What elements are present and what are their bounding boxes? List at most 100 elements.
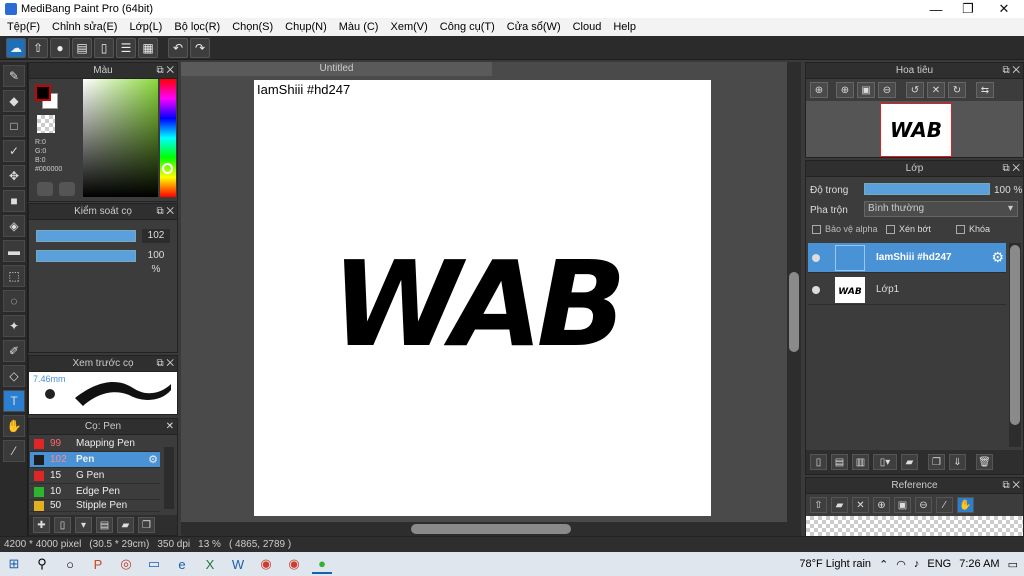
brush-icon[interactable]: ✎ [3, 65, 25, 87]
text-icon[interactable]: T [3, 390, 25, 412]
vertical-scrollbar[interactable] [787, 62, 801, 536]
brush-list-scrollbar[interactable] [164, 447, 174, 509]
upload-icon[interactable]: ⇧ [28, 37, 48, 58]
gear-icon[interactable]: ⚙ [148, 453, 158, 466]
folder-icon[interactable]: ▰ [117, 517, 134, 533]
horizontal-scroll-thumb[interactable] [411, 524, 571, 534]
language-indicator[interactable]: ENG [927, 558, 951, 570]
visibility-icon[interactable] [812, 254, 820, 262]
brush-item[interactable]: 10 Edge Pen [30, 484, 160, 500]
brush-size-value[interactable]: 102 [142, 229, 170, 243]
reset-icon[interactable]: ✕ [927, 82, 945, 98]
fit-icon[interactable]: ▣ [857, 82, 875, 98]
document-icon[interactable]: ▯ [94, 37, 114, 58]
panel-close-icon[interactable]: ✕ [166, 421, 174, 432]
color-wheel-icon[interactable] [59, 182, 75, 196]
network-icon[interactable]: ◠ [896, 558, 906, 571]
menu-help[interactable]: Help [610, 21, 639, 33]
eraser-icon[interactable]: ◆ [3, 90, 25, 112]
zoom-in-icon[interactable]: ⊕ [810, 82, 828, 98]
redo-icon[interactable]: ↷ [190, 37, 210, 58]
new-layer-alt-icon[interactable]: ▤ [831, 454, 848, 470]
canvas-area[interactable]: Untitled IamShiii #hd247 WAB [181, 62, 801, 536]
menu-cloud[interactable]: Cloud [570, 21, 605, 33]
hand-icon[interactable]: ✋ [3, 415, 25, 437]
copy-layer-icon[interactable]: ▥ [852, 454, 869, 470]
volume-icon[interactable]: ♪ [914, 558, 920, 570]
select-rect-icon[interactable]: ⬚ [3, 265, 25, 287]
brush-opacity-slider[interactable] [36, 250, 136, 262]
move-icon[interactable]: ✥ [3, 165, 25, 187]
close-icon[interactable]: ✕ [852, 497, 869, 513]
lasso-icon[interactable]: ◌ [3, 290, 25, 312]
brush-item[interactable]: 99 Mapping Pen [30, 436, 160, 452]
blend-mode-select[interactable]: Bình thường ▾ [864, 201, 1018, 217]
maximize-button[interactable]: ❐ [950, 0, 986, 18]
close-button[interactable]: ✕ [986, 0, 1022, 18]
canvas-paper[interactable]: IamShiii #hd247 WAB [254, 80, 711, 516]
visibility-icon[interactable] [812, 286, 820, 294]
foreground-color-swatch[interactable] [35, 85, 51, 101]
rotate-left-icon[interactable]: ↺ [906, 82, 924, 98]
word-app-icon[interactable]: W [228, 554, 248, 574]
navigator-thumbnail[interactable]: WAB [880, 103, 952, 157]
comment-icon[interactable]: ▤ [72, 37, 92, 58]
gradient-icon[interactable]: ▬ [3, 240, 25, 262]
monitor-app-icon[interactable]: ▭ [144, 554, 164, 574]
chrome-icon[interactable]: ◉ [284, 554, 304, 574]
delete-layer-icon[interactable]: 🗑 [976, 454, 993, 470]
panel-close-icon[interactable]: ⧉ ✕ [156, 206, 174, 217]
brush-size-slider[interactable] [36, 230, 136, 242]
flip-icon[interactable]: ⇆ [976, 82, 994, 98]
menu-select[interactable]: Chọn(S) [229, 21, 276, 33]
lock-checkbox[interactable]: Khóa [956, 224, 990, 234]
brush-settings-icon[interactable]: ▤ [96, 517, 113, 533]
cloud-upload-icon[interactable]: ⇧ [810, 497, 827, 513]
cloud-icon[interactable]: ☁ [6, 37, 26, 58]
chrome-icon[interactable]: ◉ [256, 554, 276, 574]
menu-edit[interactable]: Chỉnh sửa(E) [49, 21, 120, 33]
rotate-right-icon[interactable]: ↻ [948, 82, 966, 98]
gear-icon[interactable]: ⚙ [991, 249, 1004, 266]
brush-item-selected[interactable]: 102 Pen ⚙ [30, 452, 160, 468]
menu-tools[interactable]: Công cụ(T) [437, 21, 498, 33]
horizontal-scrollbar[interactable] [181, 522, 789, 536]
bucket-icon[interactable]: ◈ [3, 215, 25, 237]
excel-app-icon[interactable]: X [200, 554, 220, 574]
select-eraser-icon[interactable]: ◇ [3, 365, 25, 387]
new-brush-icon[interactable]: ▯ [54, 517, 71, 533]
brush-item[interactable]: 15 G Pen [30, 468, 160, 484]
layer-row-selected[interactable]: IamShiii #hd247 ⚙ [808, 243, 1006, 273]
eyedropper-icon[interactable]: ⁄ [936, 497, 953, 513]
open-folder-icon[interactable]: ▰ [831, 497, 848, 513]
edge-browser-icon[interactable]: e [172, 554, 192, 574]
layer-scrollbar[interactable] [1009, 243, 1021, 447]
add-layer-menu-icon[interactable]: ▯▾ [873, 454, 897, 470]
menu-layer[interactable]: Lớp(L) [126, 21, 165, 33]
hand-icon[interactable]: ✋ [957, 497, 974, 513]
weather-widget[interactable]: 78°F Light rain [799, 558, 871, 570]
reference-view[interactable] [806, 516, 1023, 536]
add-brush-icon[interactable]: ✚ [33, 517, 50, 533]
clock[interactable]: 7:26 AM [959, 558, 999, 570]
minimize-button[interactable]: — [918, 0, 954, 18]
eyedropper-icon[interactable]: ⁄ [3, 440, 25, 462]
select-pen-icon[interactable]: ✐ [3, 340, 25, 362]
grid-icon[interactable]: ▦ [138, 37, 158, 58]
zoom-in-alt-icon[interactable]: ⊕ [836, 82, 854, 98]
new-layer-icon[interactable]: ▯ [810, 454, 827, 470]
panel-close-icon[interactable]: ⧉ ✕ [1002, 65, 1020, 76]
menu-color[interactable]: Màu (C) [336, 21, 382, 33]
brush-item[interactable]: 50 Stipple Pen [30, 500, 160, 512]
transparent-swatch[interactable] [37, 115, 55, 133]
notification-icon[interactable]: ▭ [1008, 558, 1018, 571]
powerpoint-app-icon[interactable]: P [88, 554, 108, 574]
layer-opacity-slider[interactable] [864, 183, 990, 195]
panel-close-icon[interactable]: ⧉ ✕ [156, 358, 174, 369]
magic-wand-icon[interactable]: ✦ [3, 315, 25, 337]
merge-layer-icon[interactable]: ⇓ [949, 454, 966, 470]
panel-close-icon[interactable]: ⧉ ✕ [156, 65, 174, 76]
zoom-in-icon[interactable]: ⊕ [873, 497, 890, 513]
zoom-out-icon[interactable]: ⊖ [878, 82, 896, 98]
panel-close-icon[interactable]: ⧉ ✕ [1002, 163, 1020, 174]
